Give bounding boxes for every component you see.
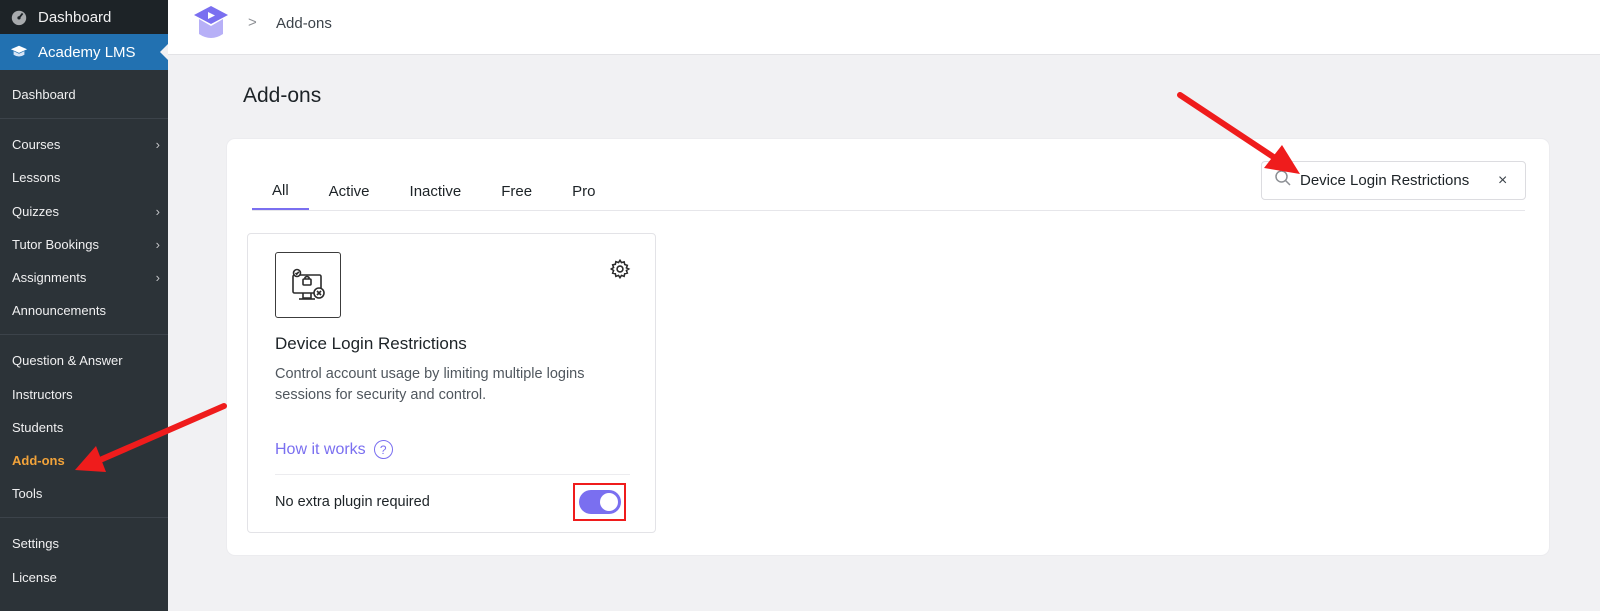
submenu-divider — [0, 334, 168, 335]
submenu-divider — [0, 517, 168, 518]
question-icon: ? — [373, 440, 393, 459]
filter-tabs: All Active Inactive Free Pro — [252, 173, 615, 210]
chevron-right-icon: › — [155, 136, 160, 152]
chevron-right-icon: › — [155, 203, 160, 219]
addon-description: Control account usage by limiting multip… — [275, 366, 585, 403]
tab-active[interactable]: Active — [309, 173, 390, 210]
submenu-students[interactable]: Students — [12, 417, 160, 437]
menu-dashboard-label: Dashboard — [38, 8, 112, 26]
submenu-license[interactable]: License — [12, 567, 160, 587]
menu-academy-lms-label: Academy LMS — [38, 43, 136, 61]
menu-academy-lms[interactable]: Academy LMS — [0, 34, 168, 70]
breadcrumb-separator-icon: > — [248, 14, 257, 31]
tab-inactive[interactable]: Inactive — [390, 173, 482, 210]
submenu-courses[interactable]: Courses › — [12, 134, 160, 154]
clear-search-icon[interactable]: × — [1498, 172, 1507, 190]
submenu-announcements[interactable]: Announcements — [12, 300, 160, 320]
submenu-lessons[interactable]: Lessons — [12, 167, 160, 187]
submenu-settings[interactable]: Settings — [12, 533, 160, 553]
submenu-divider — [0, 118, 168, 119]
breadcrumb: Add-ons — [276, 15, 332, 32]
dashboard-gauge-icon — [9, 7, 29, 27]
card-divider — [275, 474, 630, 475]
search-box: × — [1261, 161, 1526, 200]
addon-enable-toggle[interactable] — [578, 490, 621, 514]
menu-dashboard[interactable]: Dashboard — [0, 0, 168, 34]
how-it-works-label: How it works — [275, 440, 366, 458]
search-input[interactable] — [1300, 172, 1490, 189]
addon-card: Device Login Restrictions Control accoun… — [247, 233, 656, 533]
admin-sidebar: Dashboard Academy LMS Dashboard Courses ›… — [0, 0, 168, 611]
tabs-divider — [252, 210, 1525, 211]
submenu-add-ons[interactable]: Add-ons — [12, 450, 160, 470]
tab-pro[interactable]: Pro — [552, 173, 615, 210]
addons-panel: All Active Inactive Free Pro × — [227, 139, 1549, 555]
submenu-tutor-bookings[interactable]: Tutor Bookings › — [12, 234, 160, 254]
academy-submenu: Dashboard Courses › Lessons Quizzes › Tuto… — [0, 70, 168, 611]
how-it-works-link[interactable]: How it works ? — [275, 440, 393, 459]
toggle-knob — [599, 493, 618, 511]
gear-icon[interactable] — [609, 258, 631, 280]
graduation-cap-icon — [9, 42, 29, 62]
search-icon — [1274, 169, 1292, 192]
chevron-right-icon: › — [155, 236, 160, 252]
tab-all[interactable]: All — [252, 173, 309, 210]
submenu-instructors[interactable]: Instructors — [12, 384, 160, 404]
plugin-requirement-text: No extra plugin required — [275, 494, 430, 510]
submenu-assignments[interactable]: Assignments › — [12, 267, 160, 287]
chevron-right-icon: › — [155, 269, 160, 285]
device-monitor-icon — [275, 252, 341, 318]
toggle-highlight-box — [573, 483, 626, 521]
top-bar: > Add-ons — [168, 0, 1600, 55]
page-title: Add-ons — [243, 84, 322, 107]
submenu-quizzes[interactable]: Quizzes › — [12, 201, 160, 221]
submenu-question-answer[interactable]: Question & Answer — [12, 350, 160, 370]
academy-logo-icon[interactable] — [192, 4, 230, 42]
addon-title: Device Login Restrictions — [275, 334, 467, 353]
submenu-dashboard[interactable]: Dashboard — [12, 84, 160, 104]
submenu-tools[interactable]: Tools — [12, 483, 160, 503]
tab-free[interactable]: Free — [481, 173, 552, 210]
